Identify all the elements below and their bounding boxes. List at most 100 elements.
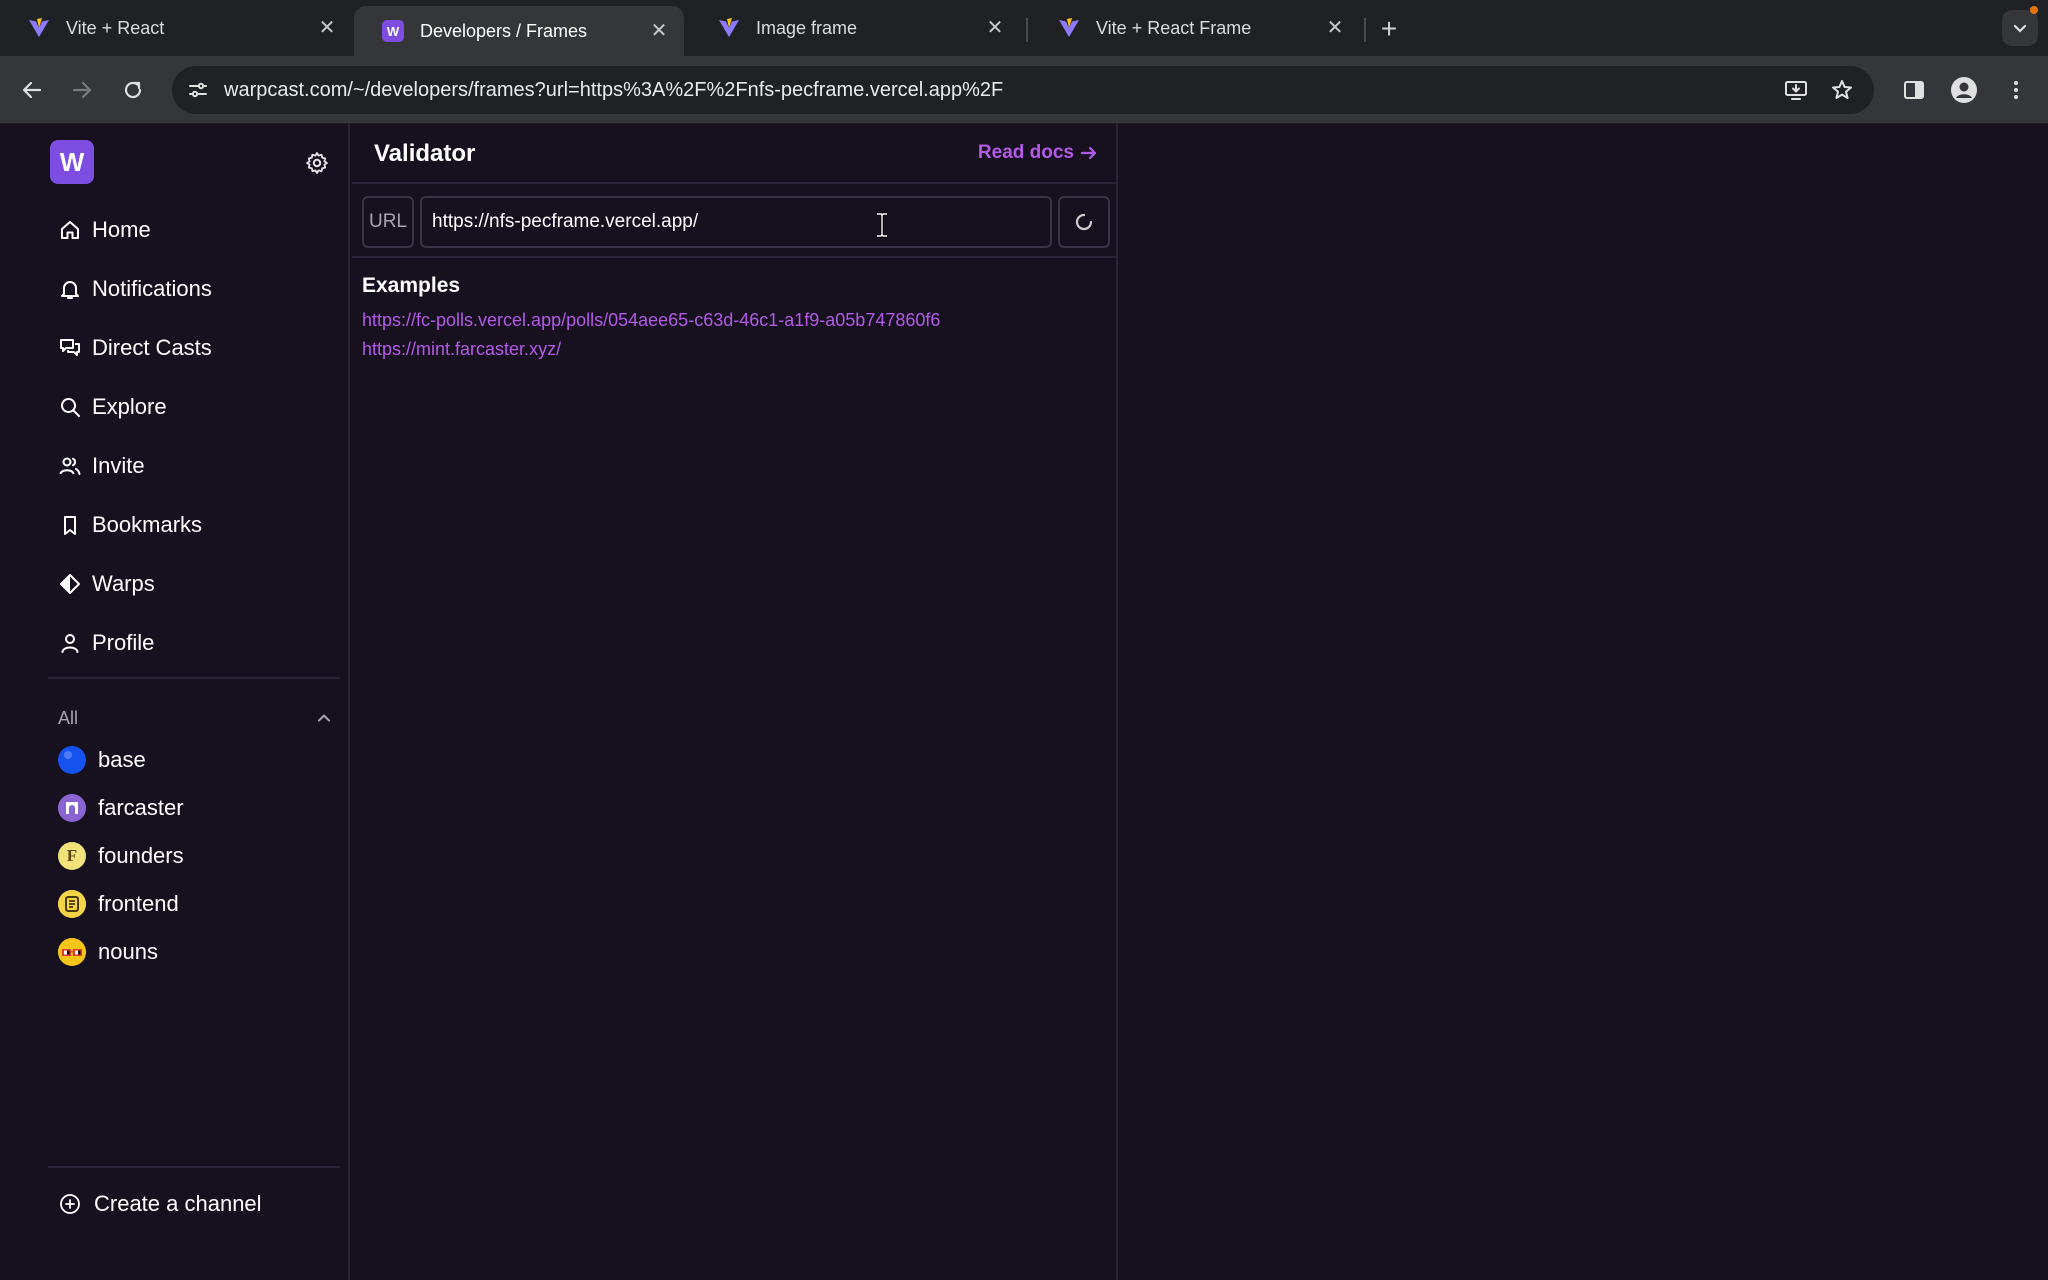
chevron-up-icon[interactable] <box>312 706 336 730</box>
sidebar-divider <box>48 1166 340 1168</box>
sidebar-item-explore[interactable]: Explore <box>58 389 167 425</box>
forward-arrow-icon[interactable] <box>66 74 98 106</box>
sidebar-item-notifications[interactable]: Notifications <box>58 271 212 307</box>
farcaster-arch-icon <box>58 794 86 822</box>
chat-icon <box>58 336 82 360</box>
read-docs-label: Read docs <box>977 142 1074 163</box>
update-dot <box>2030 6 2038 14</box>
vite-icon <box>26 15 52 41</box>
close-icon[interactable]: ✕ <box>1324 17 1346 39</box>
sidebar-item-bookmarks[interactable]: Bookmarks <box>58 507 202 543</box>
logo-letter: W <box>59 146 85 177</box>
frame-url-input[interactable] <box>420 196 1052 248</box>
new-tab-plus-icon[interactable]: + <box>1374 13 1404 44</box>
channel-label: founders <box>98 843 184 868</box>
tab-title: Image frame <box>756 17 858 38</box>
channel-label: farcaster <box>98 795 184 820</box>
sidebar-item-direct-casts[interactable]: Direct Casts <box>58 330 212 366</box>
install-app-icon[interactable] <box>1782 76 1810 104</box>
close-icon[interactable]: ✕ <box>648 20 670 42</box>
examples-heading: Examples <box>362 274 461 297</box>
channel-label: base <box>98 747 146 772</box>
channel-label: frontend <box>98 891 179 916</box>
warpcast-app: W Home Notifications Direct Casts Explor… <box>0 124 2048 1280</box>
tab-separator <box>1026 18 1028 42</box>
users-icon <box>58 454 82 478</box>
tab-separator <box>1364 18 1366 42</box>
tab-title: Developers / Frames <box>420 20 588 41</box>
frontend-icon <box>58 890 86 918</box>
diamond-icon <box>58 572 82 596</box>
create-channel-button[interactable]: Create a channel <box>58 1186 262 1222</box>
channel-item-farcaster[interactable]: farcaster <box>58 792 184 824</box>
refresh-button[interactable] <box>1058 196 1110 248</box>
channel-label: nouns <box>98 939 158 964</box>
sidebar-item-label: Warps <box>92 571 155 596</box>
sidebar-item-label: Direct Casts <box>92 335 212 360</box>
left-sidebar: W Home Notifications Direct Casts Explor… <box>0 124 350 1280</box>
gear-icon[interactable] <box>302 148 332 178</box>
read-docs-link[interactable]: Read docs <box>978 142 1098 164</box>
page-title: Validator <box>374 140 476 167</box>
profile-avatar-icon[interactable] <box>1948 74 1980 106</box>
create-channel-label: Create a channel <box>94 1191 262 1216</box>
browser-tab-bar: Vite + React ✕ W Developers / Frames ✕ I… <box>0 0 2048 56</box>
founders-glyph: F <box>66 846 78 865</box>
tab-vite-react-frame[interactable]: Vite + React Frame ✕ <box>1030 6 1360 50</box>
example-link-polls[interactable]: https://fc-polls.vercel.app/polls/054aee… <box>362 310 940 331</box>
bookmark-star-icon[interactable] <box>1828 76 1856 104</box>
sidebar-item-invite[interactable]: Invite <box>58 448 145 484</box>
tab-vite-react[interactable]: Vite + React ✕ <box>0 6 352 50</box>
address-url-text[interactable]: warpcast.com/~/developers/frames?url=htt… <box>224 79 1003 102</box>
back-arrow-icon[interactable] <box>16 74 48 106</box>
warpcast-logo[interactable]: W <box>50 140 94 184</box>
tab-title: Vite + React Frame <box>1096 17 1252 38</box>
side-panel-icon[interactable] <box>1898 74 1930 106</box>
sidebar-item-warps[interactable]: Warps <box>58 566 155 602</box>
svg-text:W: W <box>387 24 400 39</box>
channel-item-founders[interactable]: F founders <box>58 840 184 872</box>
arrow-right-icon <box>1080 144 1098 162</box>
sidebar-item-label: Bookmarks <box>92 512 203 537</box>
channel-item-nouns[interactable]: nouns <box>58 936 158 968</box>
plus-circle-icon <box>58 1192 82 1216</box>
browser-toolbar: warpcast.com/~/developers/frames?url=htt… <box>0 56 2048 124</box>
nouns-glasses-icon <box>58 938 86 966</box>
warpcast-icon: W <box>380 18 406 44</box>
vite-icon <box>1056 15 1082 41</box>
sidebar-item-label: Profile <box>92 630 155 655</box>
sidebar-item-label: Notifications <box>92 276 212 301</box>
site-settings-icon[interactable] <box>184 76 212 104</box>
home-icon <box>58 218 82 242</box>
channels-section-label: All <box>58 708 79 728</box>
reload-icon[interactable] <box>117 74 149 106</box>
user-icon <box>58 631 82 655</box>
sidebar-item-profile[interactable]: Profile <box>58 625 154 661</box>
sidebar-item-label: Home <box>92 217 151 242</box>
base-channel-icon <box>58 746 86 774</box>
tab-developers-frames[interactable]: W Developers / Frames ✕ <box>354 6 684 56</box>
tab-search-chevron-icon[interactable] <box>2002 10 2038 46</box>
close-icon[interactable]: ✕ <box>984 17 1006 39</box>
url-form: URL <box>352 184 1118 258</box>
sidebar-divider <box>48 677 340 679</box>
channel-item-frontend[interactable]: frontend <box>58 888 179 920</box>
tab-title: Vite + React <box>66 17 165 38</box>
founders-f-icon: F <box>58 842 86 870</box>
search-icon <box>58 395 82 419</box>
address-bar[interactable]: warpcast.com/~/developers/frames?url=htt… <box>172 66 1874 114</box>
bell-icon <box>58 277 82 301</box>
vite-icon <box>716 15 742 41</box>
panel-header: Validator Read docs <box>352 124 1118 184</box>
close-icon[interactable]: ✕ <box>316 17 338 39</box>
channel-item-base[interactable]: base <box>58 744 146 776</box>
spinner-icon <box>1075 213 1093 231</box>
sidebar-item-label: Explore <box>92 394 167 419</box>
sidebar-item-label: Invite <box>92 453 145 478</box>
sidebar-item-home[interactable]: Home <box>58 212 151 248</box>
example-link-mint[interactable]: https://mint.farcaster.xyz/ <box>362 339 561 360</box>
url-prefix-label: URL <box>362 196 414 248</box>
kebab-menu-icon[interactable] <box>2000 74 2032 106</box>
tab-image-frame[interactable]: Image frame ✕ <box>690 6 1020 50</box>
bookmark-icon <box>58 513 82 537</box>
